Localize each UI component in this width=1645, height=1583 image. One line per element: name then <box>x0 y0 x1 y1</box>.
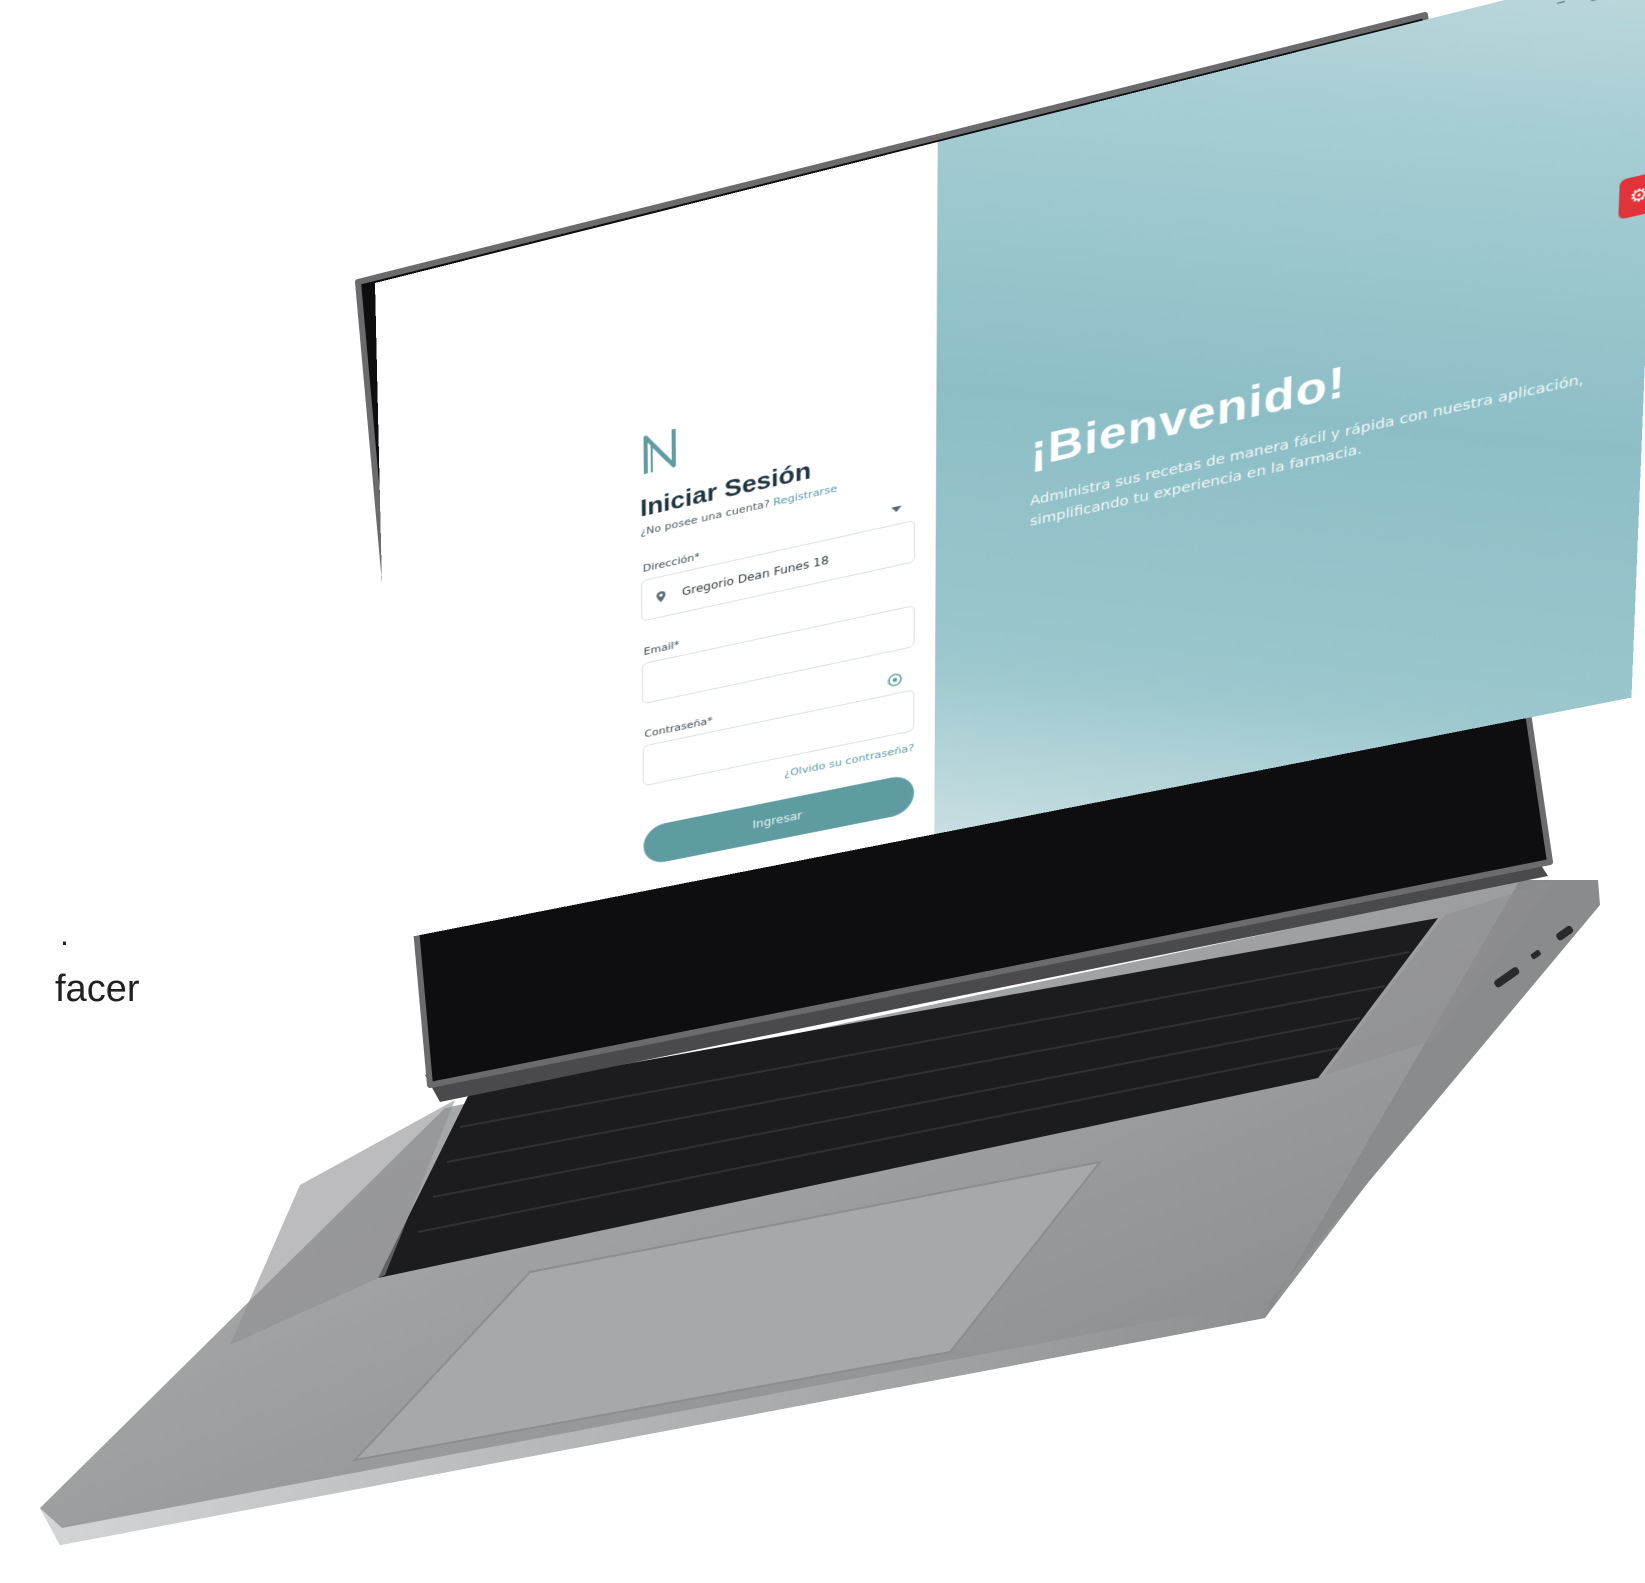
welcome-block: ¡Bienvenido! Administra sus recetas de m… <box>1030 285 1645 532</box>
minimize-button[interactable]: – <box>1556 0 1566 12</box>
login-panel: Iniciar Sesión ¿No posee una cuenta? Reg… <box>375 141 938 941</box>
window-controls: – ▢ ✕ <box>1556 0 1645 12</box>
n-logo-icon <box>639 424 680 479</box>
welcome-panel: – ▢ ✕ ⚙ ¡Bienvenido! Administra sus rece… <box>934 0 1645 835</box>
settings-button[interactable]: ⚙ <box>1618 170 1645 220</box>
login-form: Iniciar Sesión ¿No posee una cuenta? Reg… <box>639 369 916 866</box>
maximize-button[interactable]: ▢ <box>1589 0 1607 4</box>
location-pin-icon <box>656 590 666 604</box>
gear-icon: ⚙ <box>1629 182 1645 209</box>
